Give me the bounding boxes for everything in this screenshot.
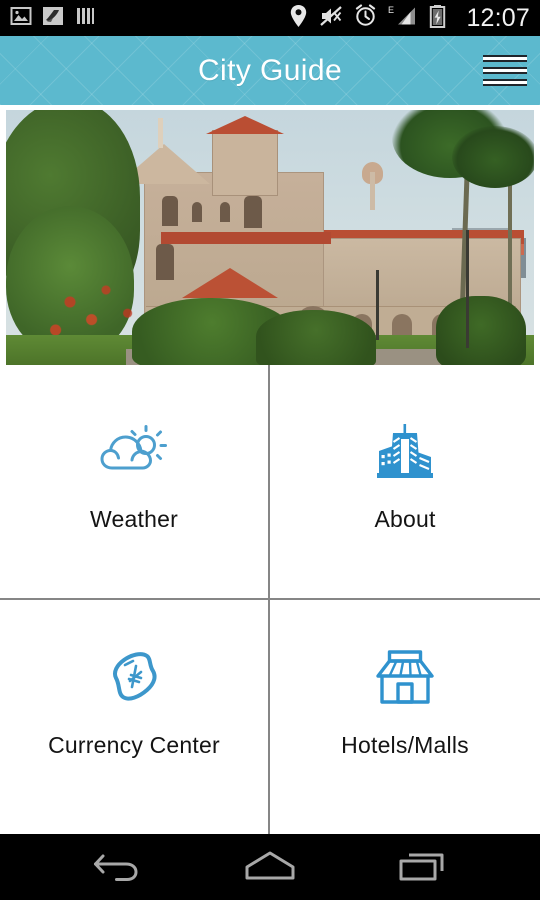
palace-window [192, 202, 202, 222]
status-clock: 12:07 [466, 3, 530, 32]
battery-charging-icon [429, 4, 446, 33]
svg-text:E: E [388, 5, 394, 15]
garden-bush [256, 310, 376, 365]
street-lamp [376, 270, 379, 340]
storefront-icon [370, 648, 440, 710]
palace-window [162, 196, 178, 226]
tile-label-about: About [374, 505, 436, 532]
hamburger-menu-icon[interactable] [482, 51, 528, 91]
tile-currency-center[interactable]: Currency Center [0, 599, 270, 834]
banknote-icon [99, 648, 169, 710]
menu-grid: Weather About Currency Center Hotels/Mal… [0, 365, 540, 834]
tile-hotels-malls[interactable]: Hotels/Malls [270, 599, 540, 834]
tile-label-hotels-malls: Hotels/Malls [341, 732, 469, 759]
menu-bar-3 [483, 79, 527, 86]
menu-bar-1 [483, 55, 527, 62]
palace-spire [158, 118, 163, 148]
palace-tower [212, 130, 278, 196]
menu-bar-2 [483, 67, 527, 74]
tile-about[interactable]: About [270, 365, 540, 600]
recent-apps-button[interactable] [383, 841, 463, 893]
image-icon [10, 5, 32, 32]
street-lamp [466, 230, 469, 348]
garden-bush [436, 296, 526, 365]
back-button[interactable] [77, 841, 157, 893]
tile-label-weather: Weather [90, 505, 178, 532]
status-bar-system-icons: E 12:07 [289, 4, 530, 33]
mute-icon [319, 4, 343, 33]
palm-fronds [452, 126, 534, 188]
status-bar: E 12:07 [0, 0, 540, 36]
app-title: City Guide [197, 53, 343, 87]
palace-window [220, 202, 230, 222]
hero-image-container [0, 105, 540, 365]
app-bar: City Guide [0, 36, 540, 105]
bars-icon [74, 5, 96, 32]
location-pin-icon [289, 4, 308, 33]
home-button[interactable] [230, 841, 310, 893]
phone-screen: E 12:07 City Guide Weather About Currenc… [0, 0, 540, 900]
back-arrow-icon [92, 848, 142, 887]
alarm-clock-icon [354, 4, 377, 32]
weather-cloud-sun-icon [99, 422, 169, 484]
tile-label-currency-center: Currency Center [48, 732, 220, 759]
home-icon [242, 848, 298, 887]
palace-cornice [161, 232, 331, 244]
city-buildings-icon [370, 422, 440, 484]
signal-bars-icon: E [388, 4, 418, 33]
palace-minaret [370, 172, 375, 210]
status-bar-notifications [10, 5, 96, 32]
android-navigation-bar [0, 834, 540, 900]
city-landmark-photo[interactable] [6, 110, 534, 365]
palace-window [244, 196, 262, 228]
recent-apps-icon [397, 848, 449, 887]
tile-weather[interactable]: Weather [0, 365, 270, 600]
palace-window [156, 244, 174, 280]
bird-notification-icon [42, 5, 64, 32]
